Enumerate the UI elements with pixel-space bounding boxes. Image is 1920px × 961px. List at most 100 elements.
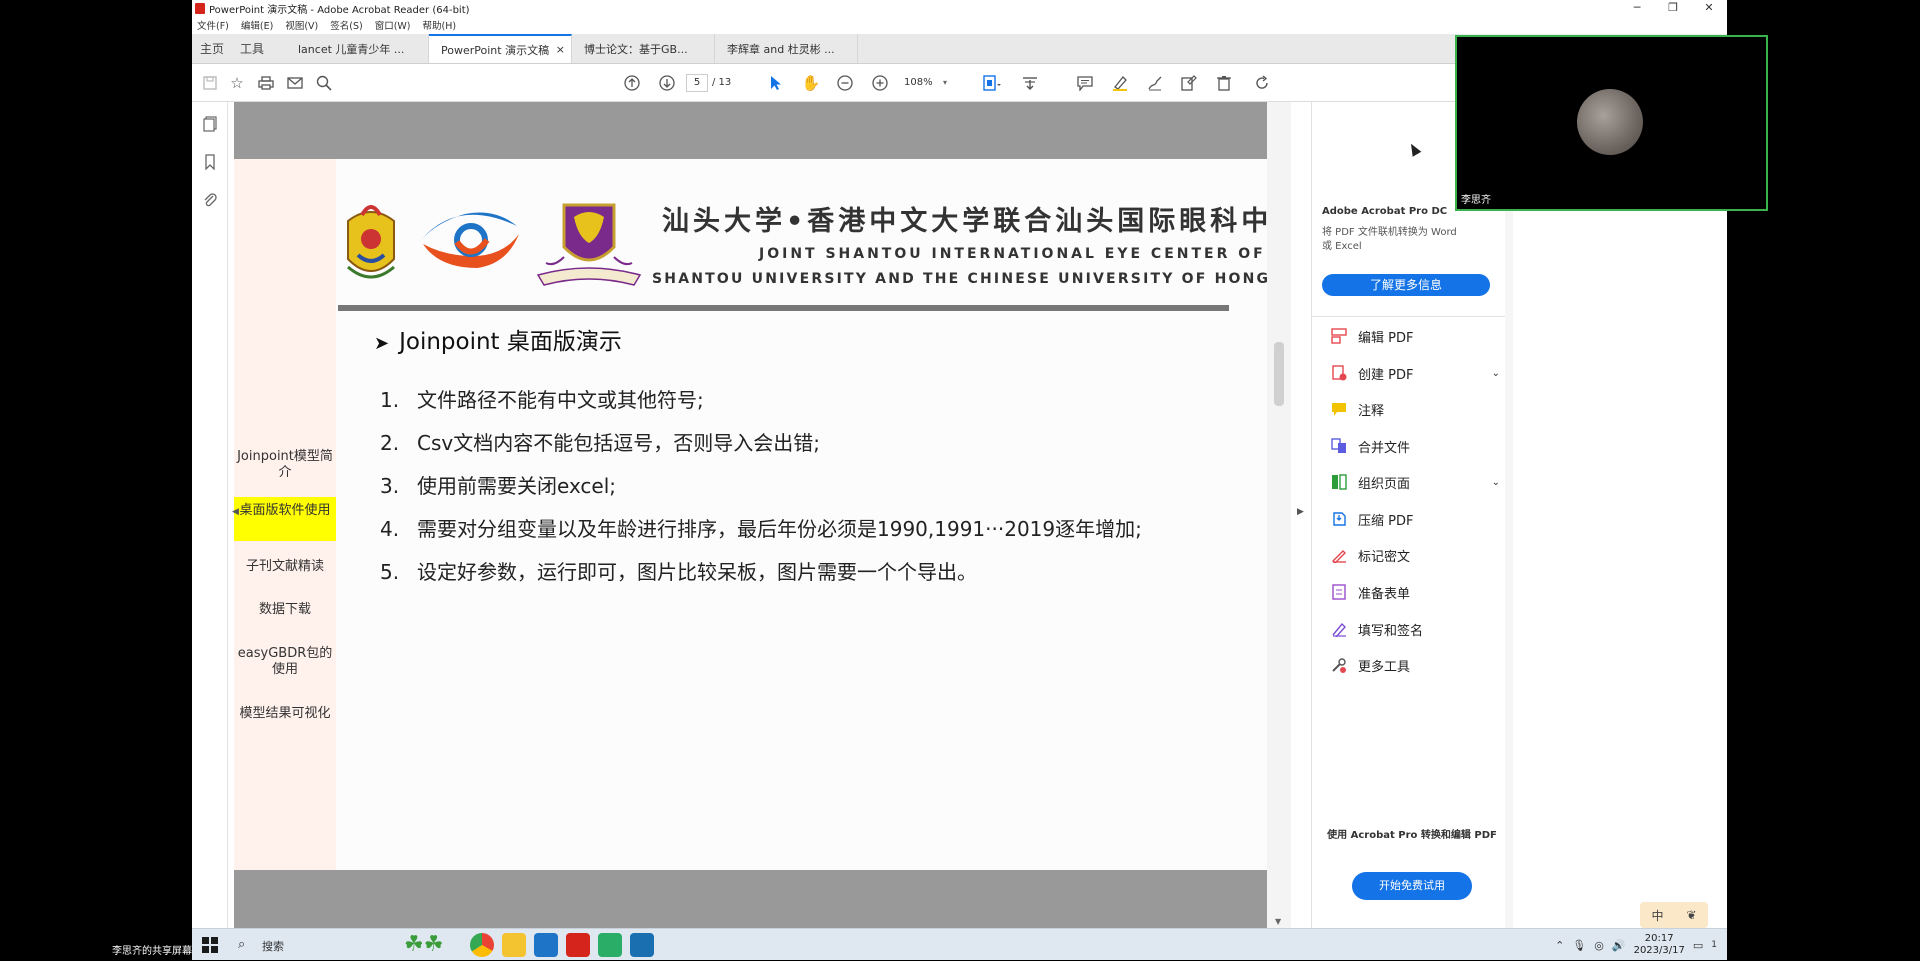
maximize-button[interactable]: ❐ [1655,0,1691,16]
tab-label: PowerPoint 演示文稿 [441,43,550,57]
photos-icon[interactable] [534,933,558,957]
header-title-cn: 汕头大学•香港中文大学联合汕头国际眼科中心 [662,206,1304,237]
search-icon[interactable] [314,73,334,93]
menu-window[interactable]: 窗口(W) [375,18,411,32]
cuhk-crest-logo [536,203,642,286]
taskbar: ⌕ 搜索 ☘☘ ⌃ 🎙 ◎ 🔊 20:17 2023/3/17 ▭ 1 [192,928,1727,960]
wechat-icon[interactable] [598,933,622,957]
chevron-up-icon[interactable]: ⌃ [1555,939,1564,952]
joinpoint-icon[interactable] [630,933,654,957]
menu-sign[interactable]: 签名(S) [330,18,362,32]
windows-start-icon[interactable] [202,937,218,953]
volume-icon[interactable]: 🔊 [1612,939,1626,952]
file-explorer-icon[interactable] [502,933,526,957]
tools-pane: Adobe Acrobat Pro DC 将 PDF 文件联机转换为 Word … [1311,102,1727,928]
list-item: 2. Csv文档内容不能包括逗号，否则导入会出错; [380,422,1142,465]
tab-tools[interactable]: 工具 [232,34,272,63]
hand-tool-icon[interactable]: ✋ [801,73,821,93]
tool-edit-pdf[interactable]: 编辑 PDF [1330,325,1500,347]
zoom-out-icon[interactable] [835,73,855,93]
rotate-icon[interactable] [1252,73,1272,93]
bookmark-icon[interactable] [200,154,220,174]
tools-pane-scrollbar[interactable] [1505,102,1513,928]
tab-doc-powerpoint[interactable]: PowerPoint 演示文稿 × [429,34,572,63]
comment-icon [1330,400,1348,418]
scroll-down-icon[interactable]: ▼ [1275,917,1281,926]
chevron-down-icon[interactable]: ⌄ [1492,368,1500,379]
comment-icon[interactable] [1075,73,1095,93]
ime-indicator[interactable]: 中 ❦ [1640,902,1708,928]
minimize-button[interactable]: ─ [1619,0,1655,16]
highlight-icon[interactable] [1110,73,1130,93]
document-scrollbar[interactable]: ▼ [1267,102,1291,928]
tab-label: 李辉章 and 杜灵彬 ... [727,42,835,56]
edit-pdf-icon[interactable] [1179,73,1199,93]
fit-page-icon[interactable] [982,73,1002,93]
window-controls: ─ ❐ ✕ [1619,0,1727,16]
tab-close-icon[interactable]: × [556,43,565,56]
tool-compress-pdf[interactable]: 压缩 PDF [1330,508,1500,530]
tool-organize-pages[interactable]: 组织页面 ⌄ [1330,471,1500,493]
tool-combine-files[interactable]: 合并文件 [1330,435,1500,457]
item-text: 设定好参数，运行即可，图片比较呆板，图片需要一个个导出。 [417,560,977,584]
page-number-input[interactable]: 5 [686,74,708,92]
attachment-icon[interactable] [200,192,220,212]
tab-doc-lancet[interactable]: lancet 儿童青少年 ... [286,34,429,63]
menu-help[interactable]: 帮助(H) [423,18,457,32]
chrome-icon[interactable] [470,933,494,957]
sign-icon[interactable] [1145,73,1165,93]
tab-doc-thesis[interactable]: 博士论文：基于GB... [572,34,715,63]
left-collapse-icon[interactable]: ◀ [232,507,239,517]
list-item: 5. 设定好参数，运行即可，图片比较呆板，图片需要一个个导出。 [380,551,1142,594]
tool-fill-sign[interactable]: 填写和签名 [1330,618,1500,640]
save-icon[interactable] [200,73,220,93]
slide-nav-joinpoint-intro: Joinpoint模型简介 [237,449,333,480]
scroll-mode-icon[interactable] [1020,73,1040,93]
select-cursor-icon[interactable] [766,73,786,93]
acrobat-taskbar-icon[interactable] [566,933,590,957]
header-divider [338,305,1229,311]
star-icon[interactable]: ☆ [227,73,247,93]
item-text: 使用前需要关闭excel; [417,474,617,498]
notification-icon[interactable]: ▭ [1693,939,1703,952]
page-thumbnails-icon[interactable] [200,116,220,136]
free-trial-button[interactable]: 开始免费试用 [1352,872,1472,900]
page-up-icon[interactable] [622,73,642,93]
tool-redact[interactable]: 标记密文 [1330,544,1500,566]
tool-create-pdf[interactable]: 创建 PDF ⌄ [1330,362,1500,384]
search-icon[interactable]: ⌕ [238,937,245,952]
mail-icon[interactable] [285,73,305,93]
divider [1312,316,1505,317]
print-icon[interactable] [256,73,276,93]
close-button[interactable]: ✕ [1691,0,1727,16]
delete-icon[interactable] [1214,73,1234,93]
right-pane-toggle[interactable]: ▶ [1291,102,1311,928]
zoom-dropdown[interactable]: 108% ▾ [899,74,949,92]
tool-label: 组织页面 [1358,476,1411,492]
right-collapse-icon[interactable]: ▶ [1297,507,1304,517]
tab-home[interactable]: 主页 [192,34,232,63]
tool-more-tools[interactable]: 更多工具 [1330,654,1500,676]
chevron-down-icon[interactable]: ⌄ [1492,477,1500,488]
video-overlay[interactable]: 李思齐 [1455,35,1768,211]
slide-title: ➤ Joinpoint 桌面版演示 [374,322,622,356]
document-area[interactable]: Joinpoint模型简介 桌面版软件使用 子刊文献精读 数据下载 easyGB… [228,102,1329,928]
learn-more-button[interactable]: 了解更多信息 [1322,274,1490,296]
tool-prepare-form[interactable]: 准备表单 [1330,581,1500,603]
tab-label: 博士论文：基于GB... [584,42,688,56]
tab-doc-lihuizhang[interactable]: 李辉章 and 杜灵彬 ... [715,34,858,63]
scrollbar-thumb[interactable] [1274,342,1284,406]
clock[interactable]: 20:17 2023/3/17 [1634,933,1685,957]
microphone-icon[interactable]: 🎙 [1572,939,1586,952]
taskbar-search[interactable]: 搜索 [262,938,284,954]
menu-edit[interactable]: 编辑(E) [241,18,273,32]
menu-file[interactable]: 文件(F) [197,18,229,32]
menu-view[interactable]: 视图(V) [285,18,318,32]
participant-name: 李思齐 [1461,195,1491,206]
tool-label: 填写和签名 [1358,623,1424,639]
tool-comment[interactable]: 注释 [1330,398,1500,420]
page-down-icon[interactable] [657,73,677,93]
tool-label: 压缩 PDF [1358,513,1414,529]
zoom-in-icon[interactable] [870,73,890,93]
network-icon[interactable]: ◎ [1594,939,1604,952]
